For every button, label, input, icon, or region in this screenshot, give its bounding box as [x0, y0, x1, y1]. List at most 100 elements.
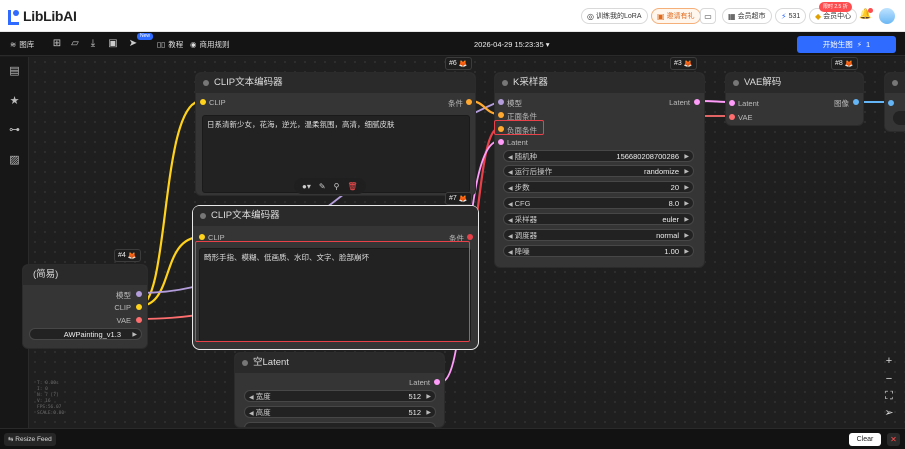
denoise-widget[interactable]: ◀ 降噪 1.00 ▶: [503, 245, 694, 257]
color-dot-icon[interactable]: ●▾: [302, 182, 311, 191]
empty-latent-node[interactable]: 空Latent Latent ◀ 宽度 512 ▶ ◀ 高度 512 ▶: [234, 352, 445, 428]
node-title-label: VAE解码: [744, 77, 782, 88]
fox-icon: 🦊: [127, 252, 137, 260]
arrow-right-icon[interactable]: ▶: [684, 183, 689, 193]
cfg-widget[interactable]: ◀ CFG 8.0 ▶: [503, 197, 694, 209]
width-widget[interactable]: ◀ 宽度 512 ▶: [244, 390, 436, 402]
widget-label: ◀ 运行后操作: [508, 167, 553, 176]
port-dot-image-out[interactable]: [853, 99, 859, 105]
document-icon[interactable]: ▤: [8, 65, 21, 78]
height-widget[interactable]: ◀ 高度 512 ▶: [244, 406, 436, 418]
preview-widget[interactable]: [893, 111, 905, 125]
collapse-dot-icon[interactable]: [892, 80, 898, 86]
collapse-dot-icon[interactable]: [200, 213, 206, 219]
fit-view-icon[interactable]: ⛶: [880, 388, 898, 404]
clip-text-encoder-positive-node[interactable]: CLIP文本编码器 CLIP 条件 日系清新少女，花海，逆光，温柔氛围，高清，细…: [195, 72, 476, 196]
arrow-right-icon[interactable]: ▶: [426, 408, 431, 418]
node-title: 空Latent: [235, 353, 444, 373]
arrow-right-icon: ▶: [132, 332, 137, 338]
widget-value: euler: [662, 215, 679, 224]
port-model: 模型: [507, 99, 522, 108]
node-id-badge: #4 🦊: [114, 249, 141, 262]
sampler-widget[interactable]: ◀ 采样器 euler ▶: [503, 213, 694, 225]
port-dot-clip[interactable]: [136, 304, 142, 310]
zoom-out-icon[interactable]: −: [880, 371, 898, 387]
node-id-badge: #8 🦊: [831, 57, 858, 70]
port-latent-in: Latent: [738, 99, 759, 108]
widget-label: ◀ CFG: [508, 199, 531, 208]
close-icon[interactable]: ✕: [887, 433, 900, 446]
port-dot-vae[interactable]: [136, 317, 142, 323]
collapse-dot-icon[interactable]: [502, 80, 508, 86]
arrow-right-icon[interactable]: ▶: [426, 392, 431, 402]
collapse-dot-icon[interactable]: [733, 80, 739, 86]
arrow-right-icon[interactable]: ▶: [684, 167, 689, 177]
seed-widget[interactable]: ◀ 随机种 156680208700286 ▶: [503, 150, 694, 162]
port-vae-in: VAE: [738, 113, 753, 122]
widget-label: ◀ 步数: [508, 183, 530, 192]
widget-value: 20: [670, 183, 679, 192]
model-select[interactable]: AWPainting_v1.3 ▶: [29, 328, 142, 340]
port-model: 模型: [116, 291, 131, 300]
steps-widget[interactable]: ◀ 步数 20 ▶: [503, 181, 694, 193]
node-id-badge: #6 🦊: [445, 57, 472, 70]
widget-label: ◀ 高度: [249, 408, 271, 417]
port-image-out: 图像: [834, 99, 849, 108]
port-dot-latent-in[interactable]: [729, 100, 735, 106]
locate-icon[interactable]: ➢: [880, 405, 898, 421]
arrow-right-icon[interactable]: ▶: [684, 152, 689, 162]
node-id-label: #3: [674, 60, 682, 67]
resize-feed-button[interactable]: ⇆ Resize Feed: [4, 433, 56, 446]
port-latent-out: Latent: [669, 98, 690, 107]
zoom-in-icon[interactable]: +: [880, 353, 898, 369]
hierarchy-icon[interactable]: ⊶: [8, 124, 21, 137]
port-vae: VAE: [116, 316, 131, 325]
widget-value: 512: [408, 408, 421, 417]
port-dot-latent-out[interactable]: [694, 99, 700, 105]
widget-label: ◀ 降噪: [508, 247, 530, 256]
after-run-widget[interactable]: ◀ 运行后操作 randomize ▶: [503, 165, 694, 177]
checkpoint-loader-node[interactable]: (简易) 模型 CLIP VAE AWPainting_v1.3 ▶: [22, 264, 148, 349]
collapse-dot-icon[interactable]: [203, 80, 209, 86]
port-dot-model[interactable]: [498, 99, 504, 105]
ksampler-node[interactable]: K采样器 模型 Latent 正面条件 负面条件 Latent ◀ 随机种 156…: [494, 72, 705, 268]
node-title: VAE解码: [726, 73, 863, 93]
port-dot-cond-out[interactable]: [467, 234, 473, 240]
arrow-right-icon[interactable]: ▶: [684, 199, 689, 209]
fox-icon: 🦊: [683, 60, 693, 68]
port-dot-positive[interactable]: [498, 112, 504, 118]
negative-port-highlight: [494, 120, 544, 135]
image-icon[interactable]: ▨: [8, 154, 21, 167]
trash-icon[interactable]: 🗑: [347, 182, 357, 191]
port-dot-image-in[interactable]: [888, 100, 894, 106]
port-dot-clip-in[interactable]: [199, 234, 205, 240]
scheduler-widget[interactable]: ◀ 调度器 normal ▶: [503, 229, 694, 241]
preview-image-node[interactable]: [884, 72, 905, 132]
port-dot-vae-in[interactable]: [729, 114, 735, 120]
port-dot-cond-out[interactable]: [466, 99, 472, 105]
node-id-label: #7: [449, 195, 457, 202]
left-sidebar: ▤ ★ ⊶ ▨: [0, 57, 29, 428]
port-dot-latent-out[interactable]: [434, 379, 440, 385]
widget-value: randomize: [643, 167, 679, 176]
pin-icon[interactable]: ⚲: [334, 182, 340, 191]
vae-decode-node[interactable]: VAE解码 Latent 图像 VAE: [725, 72, 864, 126]
arrow-right-icon[interactable]: ▶: [684, 215, 689, 225]
port-dot-clip-in[interactable]: [200, 99, 206, 105]
port-dot-latent-in[interactable]: [498, 139, 504, 145]
star-icon[interactable]: ★: [8, 95, 21, 108]
node-title: [885, 73, 905, 93]
arrow-right-icon[interactable]: ▶: [684, 247, 689, 257]
widget-value: 156680208700286: [616, 152, 679, 161]
clear-button[interactable]: Clear: [849, 433, 881, 446]
node-title: CLIP文本编码器: [193, 206, 478, 226]
pipette-icon[interactable]: ✎: [319, 182, 326, 191]
port-dot-model[interactable]: [136, 291, 142, 297]
collapse-dot-icon[interactable]: [242, 360, 248, 366]
arrow-right-icon[interactable]: ▶: [684, 231, 689, 241]
node-id-label: #6: [449, 60, 457, 67]
widget-value: normal: [656, 231, 679, 240]
node-id-badge: #7 🦊: [445, 192, 472, 205]
node-id-label: #4: [118, 252, 126, 259]
canvas-stats: T: 0.00s I: 0 N: 7 [7] V: 16 FPS:56.07 S…: [37, 381, 64, 417]
